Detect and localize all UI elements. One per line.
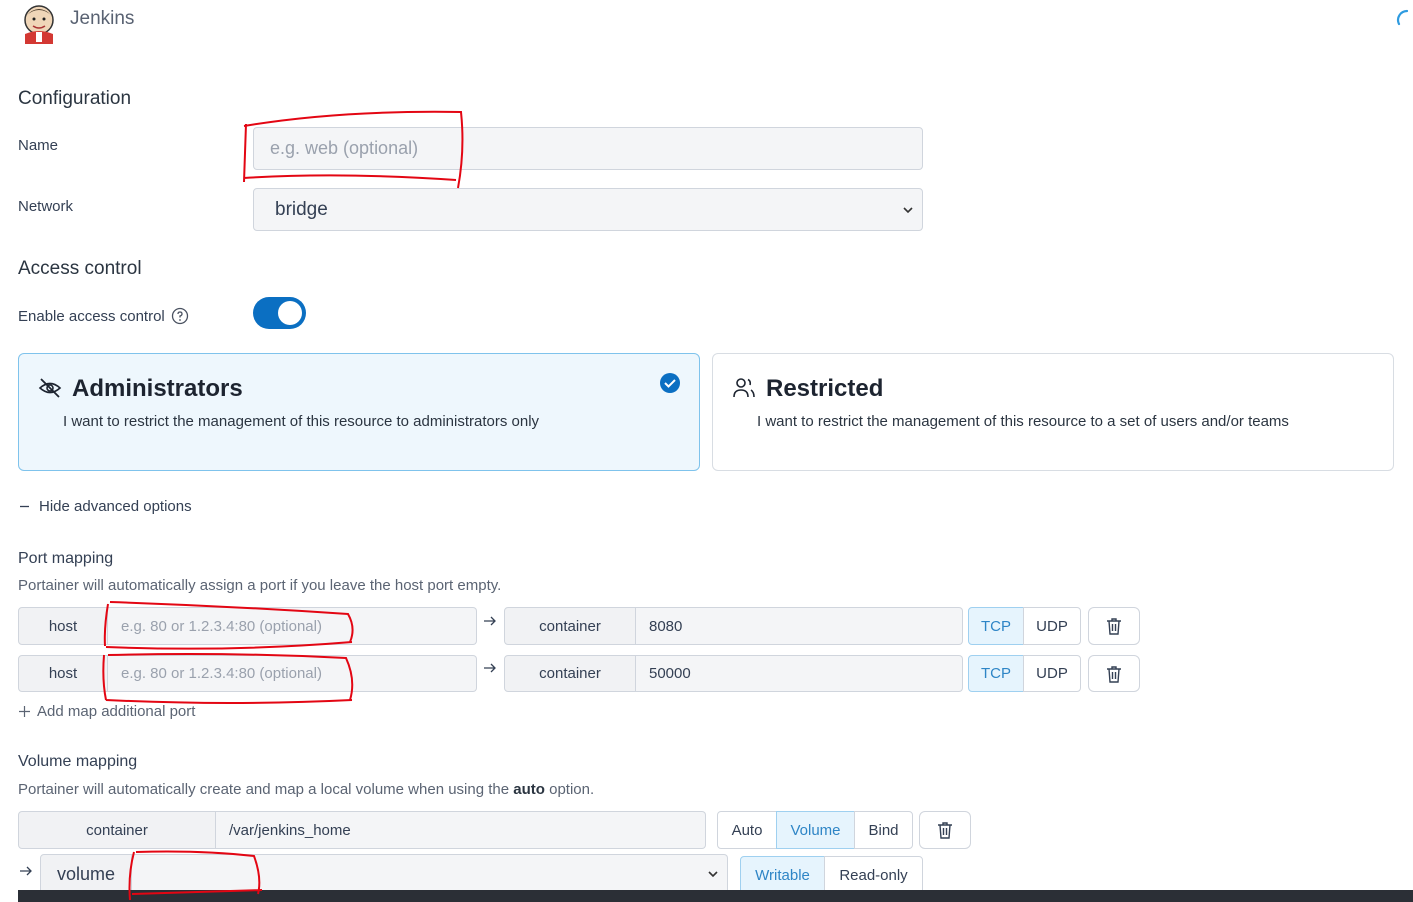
name-label: Name (18, 137, 59, 154)
access-control-toggle[interactable] (253, 297, 306, 329)
host-addon: host (18, 607, 108, 645)
volume-container-addon: container (18, 811, 216, 849)
network-value: bridge (275, 198, 328, 220)
check-circle-icon (660, 373, 680, 393)
volume-type-volume-button[interactable]: Volume (776, 811, 855, 849)
volume-mapping-title: Volume mapping (18, 753, 138, 770)
option-administrators-description: I want to restrict the management of thi… (63, 413, 540, 430)
help-icon[interactable] (171, 307, 189, 325)
hide-advanced-options-link[interactable]: Hide advanced options (18, 498, 192, 515)
port-mapping-help: Portainer will automatically assign a po… (18, 577, 502, 594)
network-label: Network (18, 198, 74, 215)
eye-off-icon (38, 378, 62, 398)
volume-select[interactable] (132, 854, 728, 894)
volume-mapping-help: Portainer will automatically create and … (18, 781, 594, 798)
arrow-right-icon (484, 616, 496, 626)
toggle-knob (278, 301, 302, 325)
enable-access-control-text: Enable access control (18, 307, 165, 325)
enable-access-control-label: Enable access control (18, 307, 189, 325)
configuration-title: Configuration (18, 88, 132, 109)
volume-container-path-input[interactable]: /var/jenkins_home (216, 811, 706, 849)
container-port-input[interactable]: 8080 (636, 607, 963, 645)
container-port-input[interactable]: 50000 (636, 655, 963, 692)
container-addon: container (504, 607, 636, 645)
option-administrators-title: Administrators (72, 375, 243, 402)
protocol-udp-button[interactable]: UDP (1023, 655, 1081, 692)
jenkins-logo (18, 2, 60, 44)
trash-icon (938, 822, 952, 839)
remove-port-button[interactable] (1088, 655, 1140, 692)
chevron-down-icon (903, 206, 913, 213)
arrow-right-icon (20, 866, 32, 876)
os-taskbar (18, 890, 1413, 902)
volume-help-before: Portainer will automatically create and … (18, 781, 514, 798)
protocol-tcp-button[interactable]: TCP (968, 655, 1024, 692)
mode-writable-button[interactable]: Writable (740, 856, 825, 894)
option-restricted-title: Restricted (766, 375, 884, 402)
network-select[interactable]: bridge (253, 188, 923, 231)
access-control-title: Access control (18, 258, 142, 279)
add-port-link[interactable]: Add map additional port (18, 703, 195, 720)
volume-help-bold: auto (513, 781, 545, 798)
protocol-udp-button[interactable]: UDP (1023, 607, 1081, 645)
add-port-label: Add map additional port (37, 703, 196, 720)
protocol-tcp-button[interactable]: TCP (968, 607, 1024, 645)
volume-addon: volume (40, 854, 132, 894)
loading-spinner-icon (1395, 8, 1413, 32)
chevron-down-icon (708, 871, 718, 878)
remove-volume-button[interactable] (919, 811, 971, 849)
app-title: Jenkins (70, 8, 135, 29)
users-icon (733, 378, 755, 398)
hide-advanced-options-label: Hide advanced options (39, 498, 192, 515)
trash-icon (1107, 665, 1121, 683)
host-addon: host (18, 655, 108, 692)
option-restricted-description: I want to restrict the management of thi… (757, 413, 1289, 430)
remove-port-button[interactable] (1088, 607, 1140, 645)
minus-icon (20, 505, 29, 508)
plus-icon (19, 706, 30, 717)
volume-help-after: option. (544, 781, 595, 798)
name-input[interactable]: e.g. web (optional) (253, 127, 923, 170)
host-port-input[interactable]: e.g. 80 or 1.2.3.4:80 (optional) (108, 607, 477, 645)
container-addon: container (504, 655, 636, 692)
option-administrators-card[interactable]: Administrators I want to restrict the ma… (18, 353, 700, 471)
arrow-right-icon (484, 663, 496, 673)
option-restricted-card[interactable]: Restricted I want to restrict the manage… (712, 353, 1394, 471)
mode-readonly-button[interactable]: Read-only (824, 856, 923, 894)
port-mapping-title: Port mapping (18, 550, 114, 567)
volume-type-auto-button[interactable]: Auto (717, 811, 777, 849)
trash-icon (1107, 618, 1121, 635)
host-port-input[interactable]: e.g. 80 or 1.2.3.4:80 (optional) (108, 655, 477, 692)
volume-type-bind-button[interactable]: Bind (854, 811, 913, 849)
